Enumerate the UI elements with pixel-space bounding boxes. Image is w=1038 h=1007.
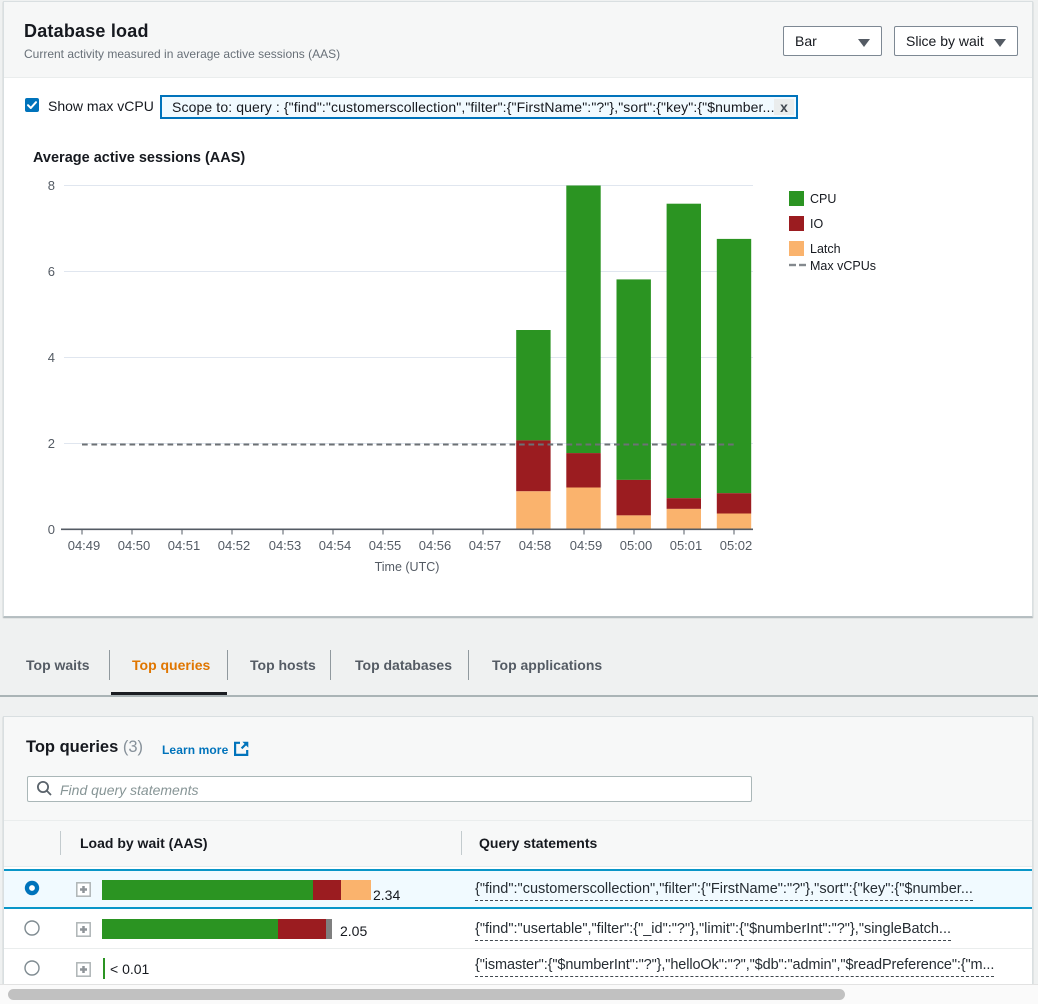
svg-text:05:00: 05:00 [620,538,653,553]
svg-text:04:57: 04:57 [469,538,502,553]
svg-text:04:49: 04:49 [68,538,101,553]
svg-text:IO: IO [810,217,823,231]
svg-text:0: 0 [48,522,55,537]
svg-text:8: 8 [48,178,55,193]
svg-text:Max vCPUs: Max vCPUs [810,259,876,273]
svg-text:04:54: 04:54 [319,538,352,553]
svg-text:04:59: 04:59 [570,538,603,553]
svg-text:04:53: 04:53 [269,538,302,553]
svg-text:2: 2 [48,436,55,451]
svg-text:Time (UTC): Time (UTC) [375,560,440,574]
svg-text:05:01: 05:01 [670,538,703,553]
svg-text:CPU: CPU [810,192,836,206]
svg-text:05:02: 05:02 [720,538,753,553]
svg-text:04:58: 04:58 [519,538,552,553]
svg-text:04:52: 04:52 [218,538,251,553]
svg-text:6: 6 [48,264,55,279]
svg-text:04:56: 04:56 [419,538,452,553]
svg-text:04:51: 04:51 [168,538,201,553]
svg-text:4: 4 [48,350,55,365]
svg-text:04:55: 04:55 [369,538,402,553]
svg-text:Latch: Latch [810,242,841,256]
svg-text:04:50: 04:50 [118,538,151,553]
